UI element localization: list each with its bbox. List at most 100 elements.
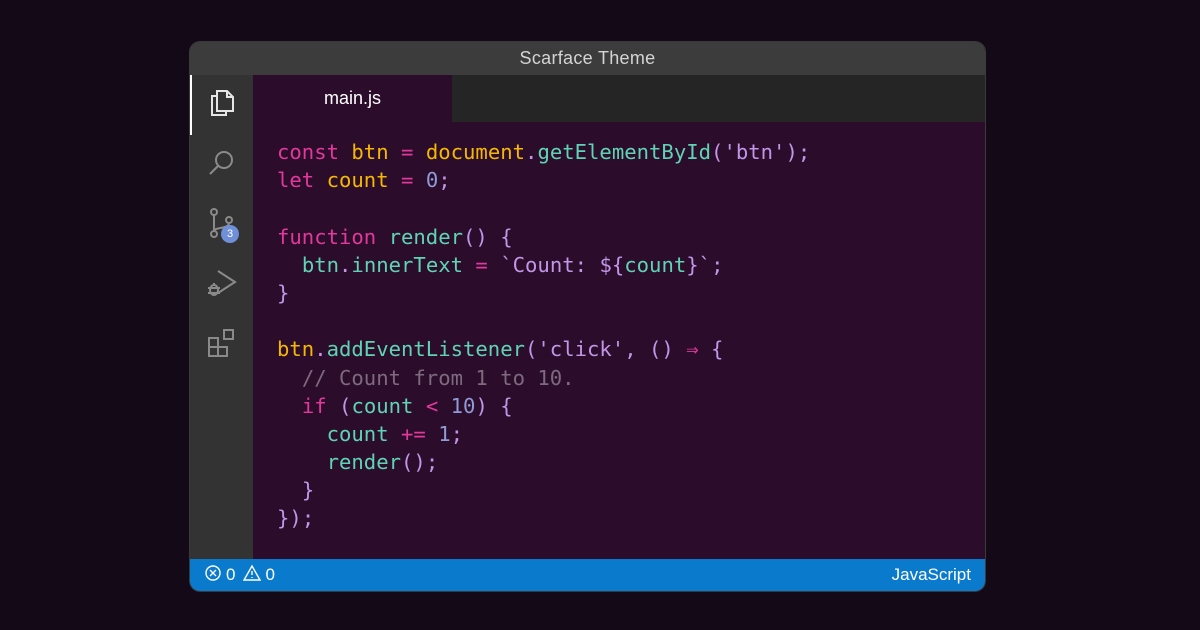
status-bar: 0 0 JavaScript bbox=[190, 559, 985, 591]
code-editor[interactable]: const btn = document.getElementById('btn… bbox=[253, 122, 985, 559]
code-token-string: 'btn' bbox=[723, 140, 786, 164]
code-line: } bbox=[277, 279, 810, 307]
code-token-punctuation: . bbox=[525, 140, 538, 164]
code-token-function: addEventListener bbox=[326, 337, 525, 362]
code-line: if (count < 10) { bbox=[277, 392, 810, 420]
code-token-function: count bbox=[326, 421, 389, 446]
activity-explorer[interactable] bbox=[190, 75, 253, 135]
tab-main-js[interactable]: main.js bbox=[253, 75, 452, 122]
files-icon bbox=[205, 86, 239, 125]
code-token-punctuation: ( bbox=[525, 337, 538, 362]
code-token-string: ` bbox=[698, 252, 712, 277]
code-token-function: innerText bbox=[351, 252, 464, 277]
code-token-punctuation: () bbox=[463, 224, 488, 249]
code-token-punctuation: } bbox=[686, 252, 699, 277]
code-token-function: getElementById bbox=[537, 140, 712, 164]
search-icon bbox=[205, 146, 239, 185]
code-token-variable: btn bbox=[351, 140, 389, 164]
code-token-function: btn bbox=[301, 252, 340, 277]
code-token-punctuation: () bbox=[649, 337, 674, 362]
code-token-punctuation: ( bbox=[711, 140, 724, 164]
code-token-punctuation: { bbox=[711, 337, 724, 362]
title-bar: Scarface Theme bbox=[190, 42, 985, 75]
code-token-punctuation: ; bbox=[301, 506, 315, 531]
code-token-punctuation: }) bbox=[277, 506, 302, 531]
problems-indicator[interactable]: 0 0 bbox=[204, 564, 275, 587]
activity-extensions[interactable] bbox=[190, 315, 253, 375]
code-token-punctuation: ) bbox=[785, 140, 798, 164]
code-line: }); bbox=[277, 504, 810, 532]
code-token-punctuation: ) bbox=[475, 393, 488, 418]
code-token-punctuation: } bbox=[277, 280, 290, 305]
window-title: Scarface Theme bbox=[519, 48, 656, 68]
code-token-keyword: const bbox=[277, 140, 339, 164]
tab-label: main.js bbox=[323, 88, 381, 108]
code-token-keyword: += bbox=[401, 421, 426, 446]
code-token-keyword: if bbox=[301, 393, 327, 418]
code-token-punctuation: { bbox=[500, 224, 513, 249]
code-token-punctuation: ; bbox=[711, 252, 724, 277]
code-line: count += 1; bbox=[277, 420, 810, 448]
code-token-punctuation: , bbox=[624, 337, 637, 362]
code-token-keyword: = bbox=[475, 252, 488, 277]
code-token-punctuation: ; bbox=[450, 421, 464, 446]
code-token-keyword: function bbox=[277, 224, 377, 249]
language-mode[interactable]: JavaScript bbox=[892, 565, 971, 585]
code-token-punctuation: { bbox=[500, 393, 513, 418]
activity-source-control[interactable]: 3 bbox=[190, 195, 253, 255]
code-token-number: 1 bbox=[438, 421, 451, 446]
tab-bar: main.js bbox=[253, 75, 985, 122]
warning-count: 0 bbox=[265, 565, 275, 584]
code-token-keyword: let bbox=[277, 168, 315, 193]
code-token-comment: // Count from 1 to 10. bbox=[301, 365, 575, 390]
code-token-string: `Count: bbox=[500, 252, 600, 277]
code-token-punctuation: . bbox=[314, 337, 327, 362]
code-token-keyword: = bbox=[401, 168, 414, 193]
code-token-keyword: = bbox=[401, 140, 414, 164]
activity-run-debug[interactable] bbox=[190, 255, 253, 315]
code-token-punctuation: ; bbox=[425, 450, 439, 475]
activity-search[interactable] bbox=[190, 135, 253, 195]
code-token-punctuation: ; bbox=[438, 168, 451, 193]
code-token-punctuation: ( bbox=[339, 393, 352, 418]
run-debug-icon bbox=[205, 266, 239, 305]
code-line: let count = 0; bbox=[277, 166, 810, 194]
code-token-string: 'click' bbox=[537, 337, 625, 362]
warning-icon bbox=[243, 564, 262, 587]
code-line: const btn = document.getElementById('btn… bbox=[277, 138, 810, 166]
code-token-function: render bbox=[326, 450, 402, 475]
code-content[interactable]: const btn = document.getElementById('btn… bbox=[277, 138, 810, 533]
error-icon bbox=[204, 564, 222, 587]
code-token-punctuation: ${ bbox=[599, 252, 625, 277]
code-token-punctuation: ; bbox=[797, 140, 811, 164]
code-token-keyword: < bbox=[425, 393, 439, 418]
code-token-function: count bbox=[624, 252, 687, 277]
error-count: 0 bbox=[226, 565, 236, 584]
code-token-number: 10 bbox=[450, 393, 476, 418]
code-token-function: render bbox=[388, 224, 464, 249]
code-token-variable: count bbox=[326, 168, 389, 193]
